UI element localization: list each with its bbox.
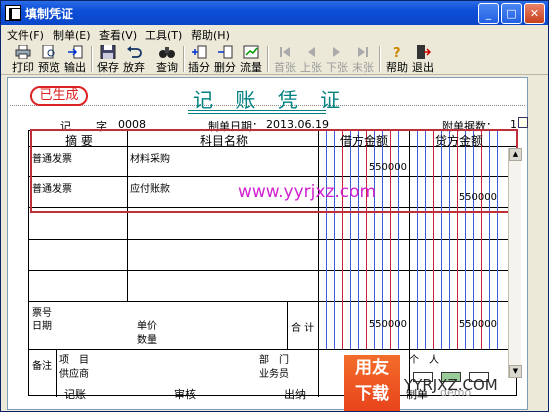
print-button[interactable]: 打印 <box>11 44 35 74</box>
watermark-text: www.yyrjxz.com <box>238 182 377 202</box>
insert-row-icon <box>192 45 207 59</box>
brand-site: YYRJXZ.COM <box>404 376 498 394</box>
title-underline <box>188 110 326 111</box>
menu-view[interactable]: 查看(V) <box>99 27 137 43</box>
menu-bar: 文件(F) 制单(E) 查看(V) 工具(T) 帮助(H) <box>1 25 548 43</box>
undo-icon <box>127 46 142 58</box>
discard-button[interactable]: 放弃 <box>122 44 146 74</box>
last-voucher-button[interactable]: 末张 <box>351 44 375 74</box>
save-icon <box>100 45 116 59</box>
prev-icon <box>308 47 315 57</box>
supplier-label[interactable]: 供应商 <box>59 365 89 380</box>
close-button[interactable]: ✕ <box>524 3 545 24</box>
menu-voucher[interactable]: 制单(E) <box>53 27 91 43</box>
department-label[interactable]: 部 门 <box>259 351 289 366</box>
grid-row-line <box>29 270 516 271</box>
export-button[interactable]: 输出 <box>63 44 87 74</box>
sig-cashier: 出纳 <box>284 388 306 401</box>
debit-total: 550000 <box>368 319 407 330</box>
toolbar: 打印 预览 输出 保存 放弃 查询 插分 删分 流量 首张 上张 下张 末张 ?… <box>1 43 548 75</box>
printer-icon <box>15 45 31 59</box>
delete-row-button[interactable]: 删分 <box>213 44 237 74</box>
app-icon <box>5 5 21 21</box>
export-icon <box>68 45 83 59</box>
scroll-up-icon[interactable]: ▲ <box>509 148 522 161</box>
voucher-title: 记 账 凭 证 <box>193 88 349 112</box>
next-voucher-button[interactable]: 下张 <box>325 44 349 74</box>
title-underline <box>188 113 326 114</box>
sig-bookkeeping: 记账 <box>64 388 86 401</box>
first-voucher-button[interactable]: 首张 <box>273 44 297 74</box>
preview-button[interactable]: 预览 <box>37 44 61 74</box>
exit-icon <box>417 45 431 59</box>
person-label[interactable]: 个 人 <box>409 351 439 366</box>
binoculars-icon <box>159 47 175 58</box>
magnifier-icon[interactable] <box>518 117 528 128</box>
svg-text:?: ? <box>393 46 401 59</box>
menu-file[interactable]: 文件(F) <box>7 27 44 43</box>
title-bar: 填制凭证 _ □ ✕ <box>1 1 548 25</box>
scroll-down-icon[interactable]: ▼ <box>509 365 522 378</box>
quantity-label: 数量 <box>137 335 157 346</box>
prev-voucher-button[interactable]: 上张 <box>299 44 323 74</box>
total-label: 合 计 <box>291 323 315 334</box>
cashflow-button[interactable]: 流量 <box>239 44 263 74</box>
unit-price-label: 单价 <box>137 321 157 332</box>
help-icon: ? <box>393 46 401 59</box>
delete-row-icon <box>218 45 233 59</box>
grid-row-line <box>29 349 516 350</box>
menu-help[interactable]: 帮助(H) <box>191 27 230 43</box>
next-icon <box>333 47 340 57</box>
last-icon <box>358 47 368 57</box>
logo-line-2: 下载 <box>355 384 389 404</box>
remark-label: 备注 <box>32 361 52 372</box>
salesperson-label[interactable]: 业务员 <box>259 365 289 380</box>
sig-review: 审核 <box>174 388 196 401</box>
voucher-sheet: 已生成 记 账 凭 证 记 字 0008 制单日期： 2013.06.19 附单… <box>7 77 528 410</box>
maximize-button[interactable]: □ <box>501 3 522 24</box>
brand-logo: 用友 下载 <box>344 355 400 411</box>
insert-row-button[interactable]: 插分 <box>187 44 211 74</box>
remark-divider <box>56 349 57 397</box>
voucher-window: 填制凭证 _ □ ✕ 文件(F) 制单(E) 查看(V) 工具(T) 帮助(H)… <box>0 0 549 412</box>
vertical-scrollbar[interactable]: ▲ ▼ <box>508 148 522 378</box>
save-button[interactable]: 保存 <box>96 44 120 74</box>
logo-line-1: 用友 <box>355 358 389 378</box>
exit-button[interactable]: 退出 <box>411 44 435 74</box>
preview-icon <box>42 45 55 59</box>
credit-total: 550000 <box>458 319 497 330</box>
menu-tools[interactable]: 工具(T) <box>145 27 182 43</box>
help-button[interactable]: ? 帮助 <box>385 44 409 74</box>
grid-col-line <box>287 301 288 349</box>
minimize-button[interactable]: _ <box>478 3 499 24</box>
first-icon <box>280 47 290 57</box>
status-stamp: 已生成 <box>30 86 88 106</box>
grid-row-line <box>29 239 516 240</box>
query-button[interactable]: 查询 <box>155 44 179 74</box>
grid-row-line <box>29 301 516 302</box>
cashflow-icon <box>243 45 259 59</box>
window-title: 填制凭证 <box>25 7 74 21</box>
date-field-label: 日期 <box>32 321 52 332</box>
project-label[interactable]: 项 目 <box>59 351 89 366</box>
